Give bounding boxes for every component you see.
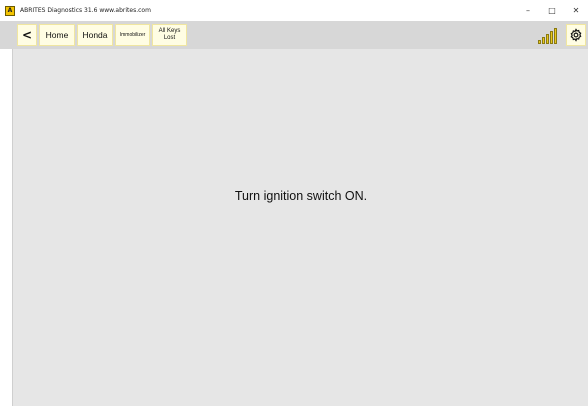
- breadcrumb-label-line2: Lost: [163, 35, 176, 41]
- main-content-area: Turn ignition switch ON.: [12, 49, 588, 406]
- minimize-button[interactable]: –: [516, 0, 540, 21]
- signal-bar: [554, 28, 557, 44]
- settings-button[interactable]: [566, 24, 586, 46]
- signal-bar: [550, 31, 553, 44]
- close-button[interactable]: ✕: [564, 0, 588, 21]
- signal-bar: [546, 34, 549, 44]
- signal-bar: [538, 40, 541, 44]
- abrites-logo-icon: A: [5, 5, 15, 16]
- instruction-message: Turn ignition switch ON.: [234, 189, 368, 203]
- navigation-toolbar: < Home Honda Immobilizer All Keys Lost: [0, 21, 588, 49]
- window-title: ABRITES Diagnostics 31.6 www.abrites.com: [20, 7, 151, 14]
- breadcrumb-immobilizer[interactable]: Immobilizer: [115, 24, 150, 46]
- maximize-button[interactable]: □: [540, 0, 564, 21]
- breadcrumb-home[interactable]: Home: [39, 24, 75, 46]
- gear-icon: [570, 28, 582, 42]
- title-bar[interactable]: A ABRITES Diagnostics 31.6 www.abrites.c…: [0, 0, 588, 21]
- signal-bar: [542, 37, 545, 44]
- window-controls: – □ ✕: [516, 0, 588, 21]
- breadcrumb-label-line1: All Keys: [158, 28, 181, 34]
- back-button[interactable]: <: [17, 24, 37, 46]
- app-window: A ABRITES Diagnostics 31.6 www.abrites.c…: [0, 0, 588, 406]
- breadcrumb-all-keys-lost[interactable]: All Keys Lost: [152, 24, 187, 46]
- breadcrumb-honda[interactable]: Honda: [77, 24, 113, 46]
- signal-strength-icon: [538, 26, 560, 44]
